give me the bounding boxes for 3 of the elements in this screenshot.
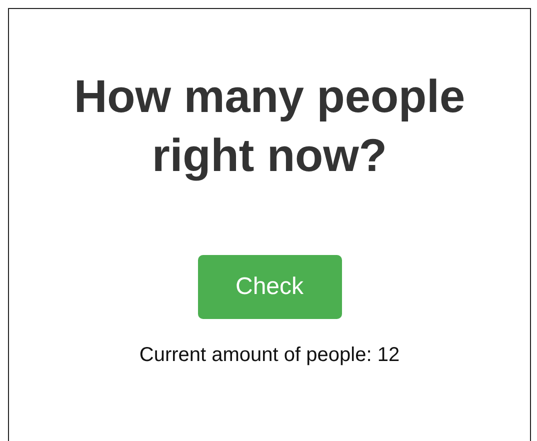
- check-button[interactable]: Check: [198, 255, 342, 319]
- people-count-text: Current amount of people: 12: [139, 344, 400, 367]
- page-heading: How many people right now?: [72, 69, 466, 183]
